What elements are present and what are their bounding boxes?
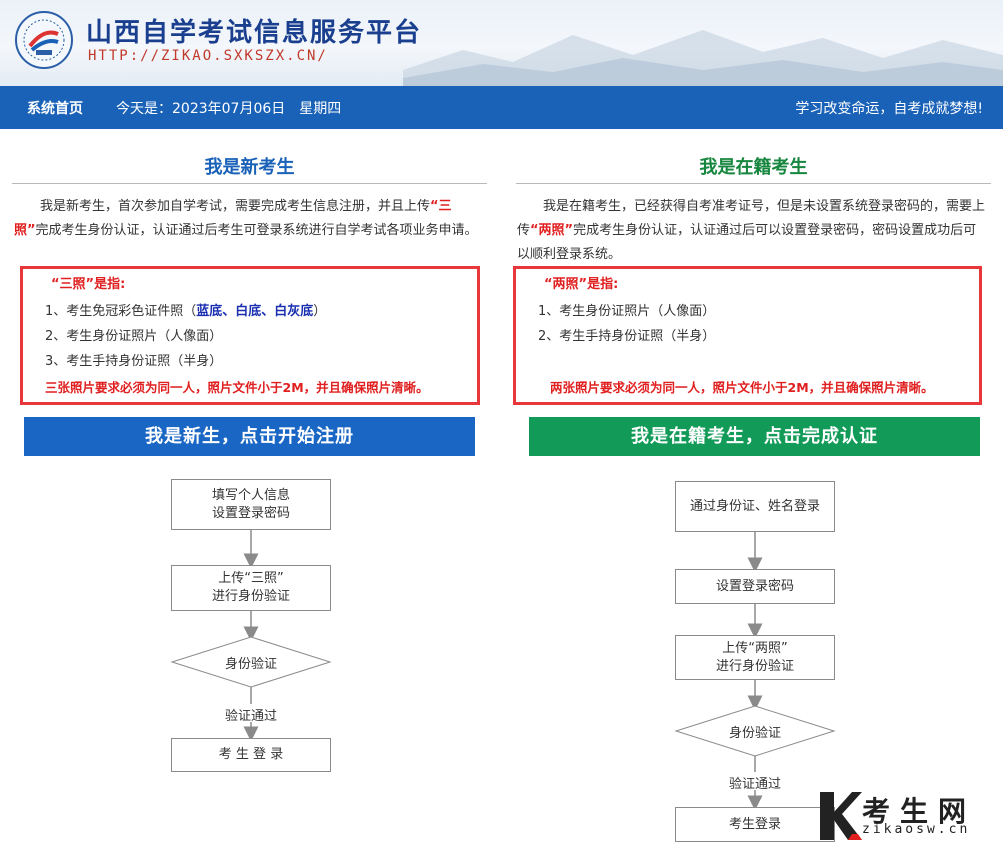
new-req-item-3: 3、考生手持身份证照（半身） (45, 354, 223, 369)
enrolled-student-description: 我是在籍考生，已经获得自考准考证号，但是未设置系统登录密码的，需要上传“两照”完… (517, 195, 987, 267)
enrolled-flow-step-upload: 上传“两照” 进行身份验证 (675, 635, 835, 680)
enrolled-flow-step-upload-line2: 进行身份验证 (715, 658, 794, 674)
new-flow-final-login: 考 生 登 录 (171, 738, 331, 772)
logo-icon (15, 11, 73, 69)
enrolled-flow-step-upload-line1: 上传“两照” (722, 640, 788, 656)
new-req-item-1-prefix: 1、考生免冠彩色证件照（ (45, 304, 197, 319)
new-student-requirements-box: “三照”是指: 1、考生免冠彩色证件照（蓝底、白底、白灰底） 2、考生身份证照片… (20, 266, 480, 405)
enrolled-desc-highlight: “两照” (530, 223, 574, 238)
nav-home-link[interactable]: 系统首页 (27, 98, 83, 118)
enrolled-req-item-2: 2、考生手持身份证照（半身） (538, 329, 716, 344)
enrolled-flow-decision-label: 身份验证 (728, 726, 781, 741)
enrolled-flow-step-password: 设置登录密码 (675, 569, 835, 604)
new-desc-part2: 完成考生身份认证，认证通过后考生可登录系统进行自学考试各项业务申请。 (35, 223, 478, 238)
enrolled-desc-part2: 完成考生身份认证，认证通过后可以设置登录密码，密码设置成功后可以顺利登录系统。 (517, 223, 977, 262)
new-flow-step-info-line1: 填写个人信息 (211, 487, 290, 503)
enrolled-student-divider (516, 183, 991, 184)
new-flow-step-upload-line2: 进行身份验证 (211, 589, 290, 604)
new-flow-decision-label: 身份验证 (224, 657, 277, 672)
site-title: 山西自学考试信息服务平台 (86, 18, 423, 48)
watermark-url: zikaosw.cn (862, 822, 971, 837)
new-req-item-1: 1、考生免冠彩色证件照（蓝底、白底、白灰底） (45, 300, 326, 319)
new-student-title: 我是新考生 (204, 157, 295, 178)
new-student-register-button[interactable]: 我是新生，点击开始注册 (24, 417, 475, 456)
enrolled-student-title: 我是在籍考生 (699, 157, 808, 178)
enrolled-flow-pass-label: 验证通过 (728, 777, 781, 792)
new-flow-step-info: 填写个人信息 设置登录密码 (171, 479, 331, 530)
nav-slogan: 学习改变命运，自考成就梦想! (795, 101, 983, 117)
new-req-note: 三张照片要求必须为同一人，照片文件小于2M，并且确保照片清晰。 (45, 380, 429, 395)
new-req-item-2: 2、考生身份证照片（人像面） (45, 329, 223, 344)
nav-date: 今天是：2023年07月06日 星期四 (116, 101, 342, 117)
new-req-item-1-suffix: ） (313, 304, 327, 319)
enrolled-req-item-1: 1、考生身份证照片（人像面） (538, 304, 716, 319)
new-flow-step-upload: 上传“三照” 进行身份验证 (171, 565, 331, 611)
new-flow-step-info-line2: 设置登录密码 (211, 505, 290, 521)
page-root: 山西自学考试信息服务平台 HTTP://ZIKAO.SXKSZX.CN/ 系统首… (0, 0, 1003, 849)
new-student-description: 我是新考生，首次参加自学考试，需要完成考生信息注册，并且上传“三照”完成考生身份… (14, 195, 484, 243)
enrolled-req-note: 两张照片要求必须为同一人，照片文件小于2M，并且确保照片清晰。 (550, 380, 934, 395)
enrolled-flow-step-login: 通过身份证、姓名登录 (675, 481, 835, 532)
new-req-head: “三照”是指: (51, 277, 126, 292)
nav-bar: 系统首页 今天是：2023年07月06日 星期四 学习改变命运，自考成就梦想! (0, 86, 1003, 129)
site-url: HTTP://ZIKAO.SXKSZX.CN/ (88, 48, 328, 64)
enrolled-student-certify-button[interactable]: 我是在籍考生，点击完成认证 (529, 417, 980, 456)
enrolled-req-head: “两照”是指: (544, 277, 619, 292)
mountain-backdrop (403, 30, 1003, 86)
new-flow-step-upload-line1: 上传“三照” (218, 571, 284, 586)
new-req-item-1-colors: 蓝底、白底、白灰底 (196, 304, 314, 319)
new-student-divider (12, 183, 487, 184)
new-desc-part1: 我是新考生，首次参加自学考试，需要完成考生信息注册，并且上传 (40, 199, 431, 214)
new-flow-pass-label: 验证通过 (224, 709, 277, 724)
enrolled-flow-final-login: 考生登录 (675, 807, 835, 842)
header-banner: 山西自学考试信息服务平台 HTTP://ZIKAO.SXKSZX.CN/ (0, 0, 1003, 86)
enrolled-student-requirements-box: “两照”是指: 1、考生身份证照片（人像面） 2、考生手持身份证照（半身） 两张… (513, 266, 982, 405)
